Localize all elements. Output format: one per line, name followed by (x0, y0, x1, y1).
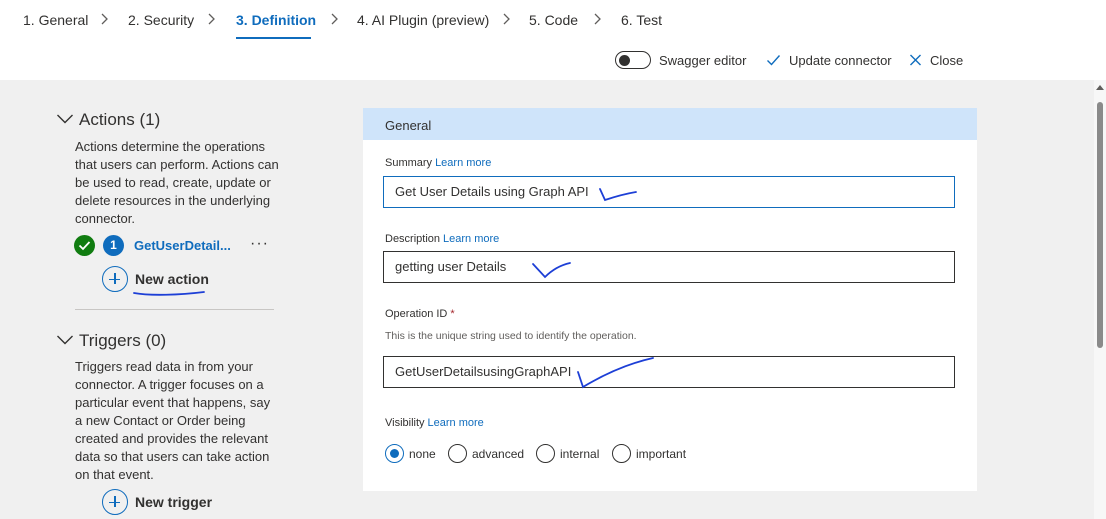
swagger-editor-toggle[interactable] (615, 51, 651, 69)
general-card-title: General (385, 118, 432, 133)
step-code[interactable]: 5. Code (529, 12, 578, 28)
step-security[interactable]: 2. Security (128, 12, 194, 28)
operation-id-label: Operation ID * (385, 308, 455, 320)
toggle-knob (619, 54, 630, 66)
plus-circle-icon (102, 266, 128, 292)
radio-label: internal (560, 447, 600, 461)
visibility-learn-more-link[interactable]: Learn more (428, 417, 484, 429)
chevron-right-icon (208, 13, 215, 25)
radio-button[interactable] (385, 444, 404, 463)
close-icon[interactable] (909, 53, 922, 67)
chevron-down-icon (57, 335, 73, 345)
chevron-right-icon (331, 13, 338, 25)
update-connector-button[interactable]: Update connector (789, 53, 892, 68)
actions-section-toggle[interactable]: Actions (1) (56, 110, 176, 132)
toolbar: Swagger editor Update connector Close (0, 48, 1106, 72)
required-marker: * (450, 308, 455, 320)
success-check-icon (74, 235, 95, 256)
visibility-label: Visibility Learn more (385, 417, 484, 429)
action-number-badge: 1 (103, 235, 124, 256)
chevron-right-icon (503, 13, 510, 25)
summary-label-text: Summary (385, 157, 433, 169)
wizard-steps: 1. General 2. Security 3. Definition 4. … (0, 0, 1106, 44)
step-test[interactable]: 6. Test (621, 12, 662, 28)
actions-heading: Actions (1) (79, 110, 161, 129)
radio-button[interactable] (448, 444, 467, 463)
description-label: Description Learn more (385, 233, 499, 245)
action-name-link[interactable]: GetUserDetail... (134, 238, 231, 253)
operation-id-label-text: Operation ID (385, 308, 448, 320)
radio-label: advanced (472, 447, 525, 461)
triggers-description: Triggers read data in from your connecto… (75, 359, 271, 482)
vertical-scrollbar[interactable] (1094, 80, 1106, 519)
section-divider (75, 309, 274, 310)
actions-description: Actions determine the operations that us… (75, 139, 279, 226)
swagger-editor-label[interactable]: Swagger editor (659, 53, 746, 68)
general-card-header: General (363, 108, 977, 140)
description-label-text: Description (385, 233, 441, 245)
plus-circle-icon (102, 489, 128, 515)
new-action-label: New action (135, 271, 209, 287)
radio-button[interactable] (536, 444, 555, 463)
operation-id-input[interactable]: GetUserDetailsusingGraphAPI (383, 356, 955, 388)
general-card: General Summary Learn more Get User Detai… (363, 108, 977, 491)
summary-label: Summary Learn more (385, 157, 491, 169)
radio-button[interactable] (612, 444, 631, 463)
active-step-indicator (236, 37, 311, 39)
radio-label: important (636, 447, 687, 461)
step-definition[interactable]: 3. Definition (236, 12, 316, 28)
chevron-right-icon (101, 13, 108, 25)
radio-label: none (409, 447, 436, 461)
triggers-heading: Triggers (0) (79, 331, 167, 350)
chevron-right-icon (594, 13, 601, 25)
step-ai-plugin[interactable]: 4. AI Plugin (preview) (357, 12, 489, 28)
scroll-up-icon[interactable] (1096, 85, 1104, 90)
scroll-thumb[interactable] (1097, 102, 1103, 348)
new-trigger-button[interactable]: New trigger (102, 489, 282, 515)
new-trigger-label: New trigger (135, 494, 213, 510)
action-list-item[interactable]: 1 GetUserDetail... ··· (74, 235, 284, 257)
chevron-down-icon (57, 114, 73, 124)
close-button[interactable]: Close (930, 53, 963, 68)
triggers-section-toggle[interactable]: Triggers (0) (56, 331, 176, 353)
visibility-label-text: Visibility (385, 417, 425, 429)
summary-input[interactable]: Get User Details using Graph API (383, 176, 955, 208)
more-options-icon[interactable]: ··· (250, 235, 269, 253)
operation-id-hint: This is the unique string used to identi… (385, 330, 637, 342)
description-input[interactable]: getting user Details (383, 251, 955, 283)
step-general[interactable]: 1. General (23, 12, 88, 28)
description-learn-more-link[interactable]: Learn more (443, 233, 499, 245)
new-action-button[interactable]: New action (102, 266, 282, 292)
checkmark-icon[interactable] (766, 53, 781, 67)
summary-learn-more-link[interactable]: Learn more (435, 157, 491, 169)
